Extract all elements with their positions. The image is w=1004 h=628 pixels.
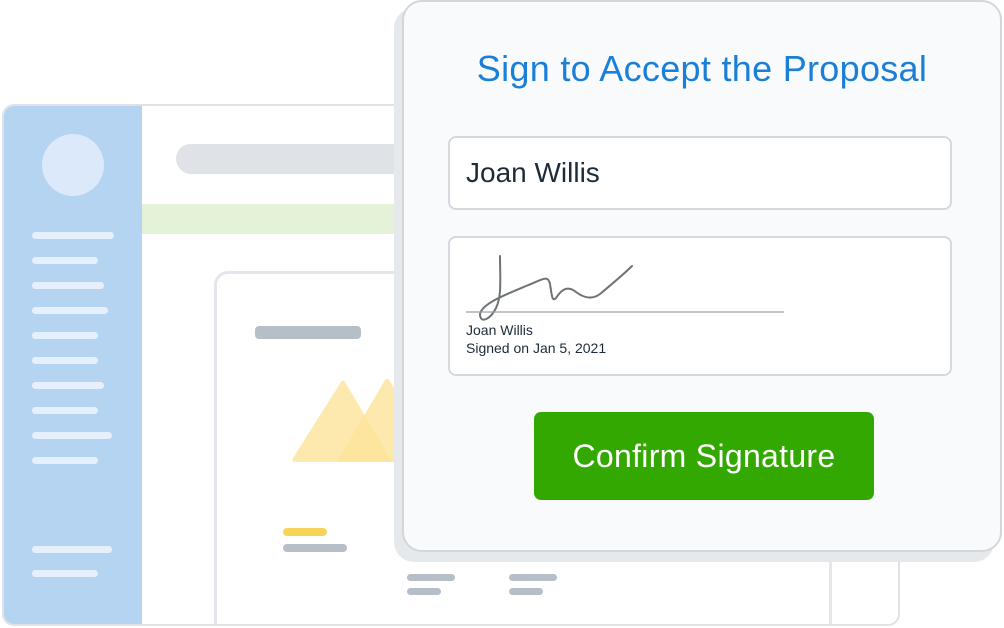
confirm-signature-button[interactable]: Confirm Signature [534, 412, 874, 500]
signature-date: Signed on Jan 5, 2021 [466, 340, 607, 356]
dialog-title: Sign to Accept the Proposal [476, 48, 928, 89]
card-footer-placeholder [407, 574, 455, 581]
card-heading-placeholder [255, 326, 361, 339]
sidebar-placeholder-line [32, 357, 98, 364]
sidebar-placeholder-line [32, 570, 98, 577]
sidebar-placeholder-line [32, 282, 104, 289]
sidebar-placeholder-line [32, 457, 98, 464]
background-sidebar [4, 106, 142, 624]
sidebar-placeholder-line [32, 407, 98, 414]
signature-pad[interactable]: Joan Willis Signed on Jan 5, 2021 [448, 236, 952, 376]
sidebar-placeholder-line [32, 332, 98, 339]
sidebar-placeholder-line [32, 382, 104, 389]
stage: Sign to Accept the Proposal Joan Willis … [0, 0, 1004, 628]
sidebar-placeholder-line [32, 257, 98, 264]
signature-signer-name: Joan Willis [466, 322, 533, 338]
card-footer-placeholder [509, 574, 557, 581]
card-footer-placeholder [407, 588, 441, 595]
signature-dialog: Sign to Accept the Proposal Joan Willis … [402, 0, 1002, 552]
card-footer-placeholder [509, 588, 543, 595]
signer-name-input[interactable] [448, 136, 952, 210]
avatar [42, 134, 104, 196]
sidebar-placeholder-line [32, 307, 108, 314]
sidebar-placeholder-line [32, 232, 114, 239]
card-caption-placeholder [283, 528, 327, 536]
card-caption-placeholder [283, 544, 347, 552]
sidebar-placeholder-line [32, 432, 112, 439]
sidebar-placeholder-line [32, 546, 112, 553]
signature-drawing [466, 255, 784, 321]
